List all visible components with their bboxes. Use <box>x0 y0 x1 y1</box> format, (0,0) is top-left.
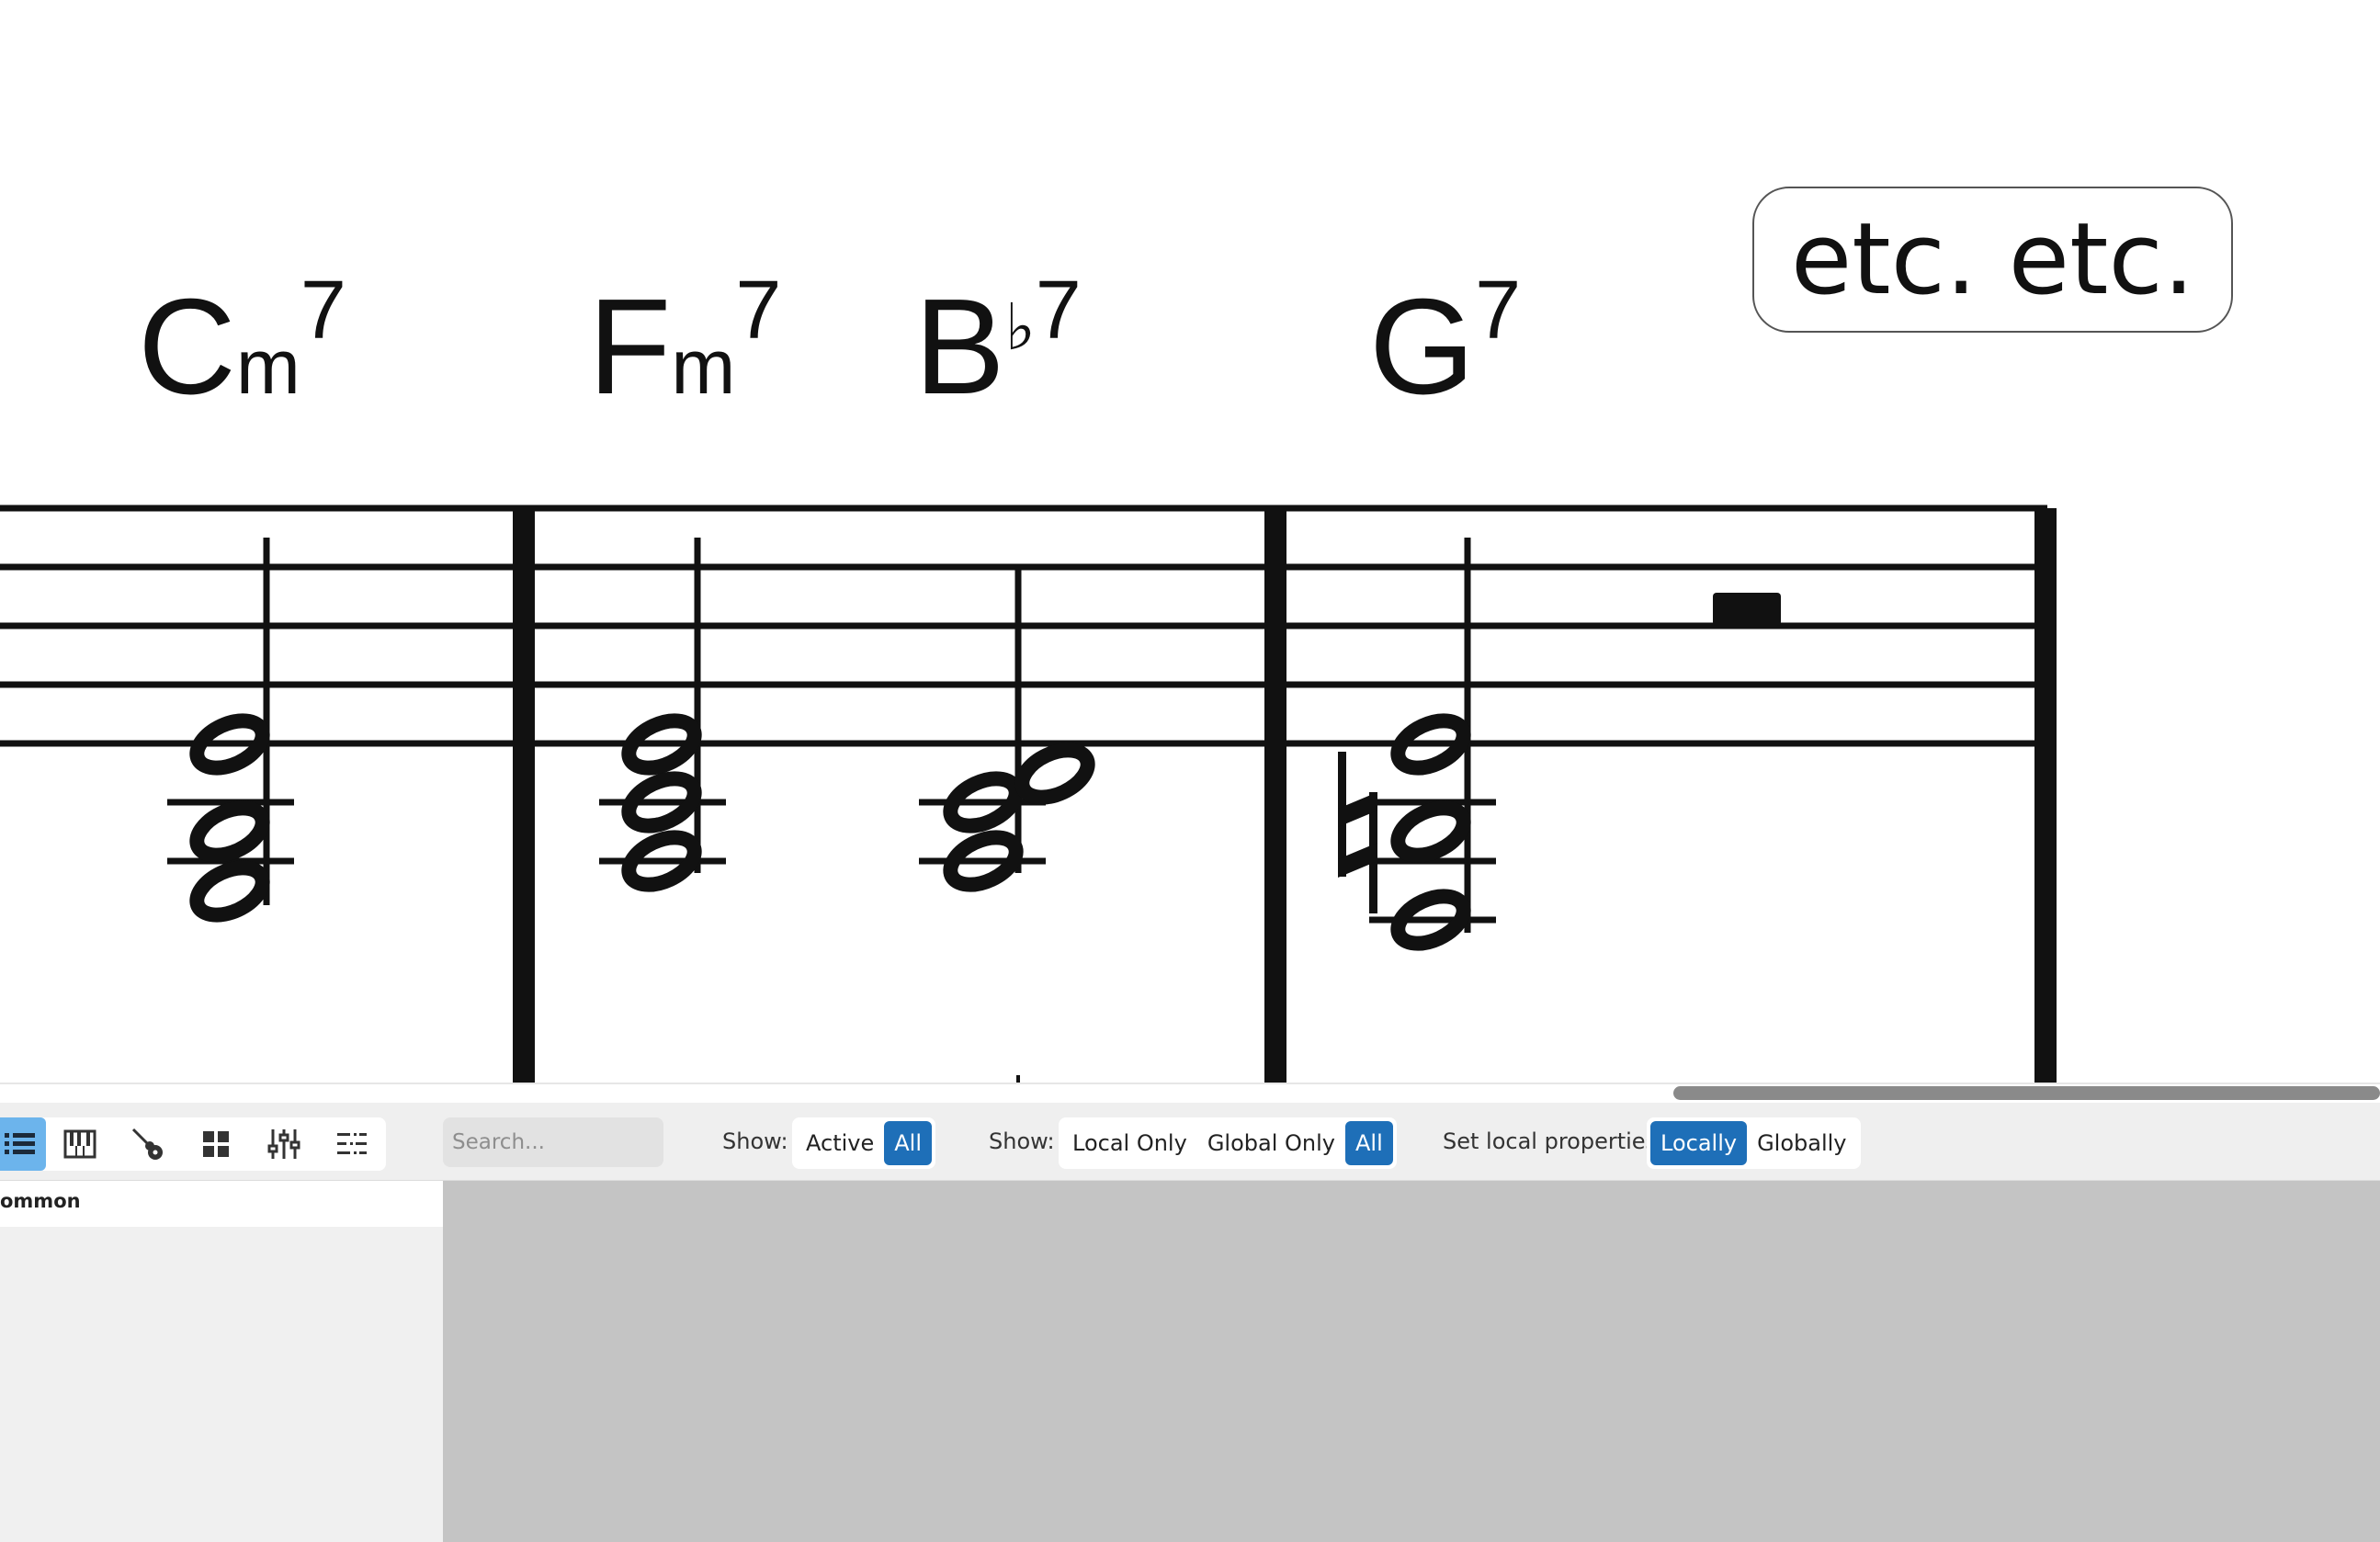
view-icon-group <box>0 1117 386 1171</box>
list-icon[interactable] <box>0 1117 46 1171</box>
horizontal-scrollbar[interactable] <box>0 1083 2380 1105</box>
chord-symbol-2[interactable]: Fm7 <box>588 265 781 423</box>
barline-1 <box>513 508 535 1083</box>
properties-toolbar: Show: Active All Show: Local Only Global… <box>0 1103 2380 1181</box>
notehead <box>1390 800 1471 863</box>
outline-icon[interactable] <box>325 1117 379 1171</box>
category-common[interactable]: ommon <box>0 1181 443 1227</box>
natural-sign <box>1338 752 1377 913</box>
globally-option[interactable]: Globally <box>1747 1121 1856 1165</box>
chord-symbol-4[interactable]: G7 <box>1369 265 1521 423</box>
grid-icon[interactable] <box>189 1117 243 1171</box>
search-input[interactable] <box>443 1117 663 1167</box>
chord-symbol-1[interactable]: Cm7 <box>138 265 346 423</box>
properties-panel: ommon <box>0 1181 2380 1542</box>
piano-icon[interactable] <box>53 1117 107 1171</box>
notehead <box>189 860 270 923</box>
show-scope-label: Show: <box>989 1128 1055 1154</box>
set-local-properties-label: Set local properties: <box>1443 1128 1665 1154</box>
show-scope-toggle: Local Only Global Only All <box>1059 1117 1397 1169</box>
scope-all-option[interactable]: All <box>1344 1121 1393 1165</box>
mixer-icon[interactable] <box>257 1117 311 1171</box>
global-only-option[interactable]: Global Only <box>1197 1121 1345 1165</box>
half-rest <box>1713 593 1781 626</box>
guitar-icon[interactable] <box>121 1117 175 1171</box>
scrollbar-thumb[interactable] <box>1673 1086 2380 1100</box>
category-list[interactable]: ommon <box>0 1181 443 1542</box>
chord-symbol-3[interactable]: B♭7 <box>914 265 1082 423</box>
show-active-option[interactable]: Active <box>796 1121 884 1165</box>
staff-svg: Cm7 Fm7 B♭7 G7 <box>0 265 2057 1083</box>
notehead <box>1014 743 1095 805</box>
notehead <box>189 800 270 863</box>
show-all-option[interactable]: All <box>884 1121 933 1165</box>
local-only-option[interactable]: Local Only <box>1062 1121 1197 1165</box>
locally-option[interactable]: Locally <box>1650 1121 1748 1165</box>
barline-final <box>2034 508 2057 1083</box>
show-label: Show: <box>722 1128 788 1154</box>
properties-content <box>443 1181 2380 1542</box>
barline-2 <box>1264 508 1286 1083</box>
set-local-properties-toggle: Locally Globally <box>1647 1117 1861 1169</box>
score-view[interactable]: Cm7 Fm7 B♭7 G7 etc. etc. <box>0 0 2380 1083</box>
show-active-all-toggle: Active All <box>792 1117 936 1169</box>
text-annotation[interactable]: etc. etc. <box>1752 187 2233 333</box>
